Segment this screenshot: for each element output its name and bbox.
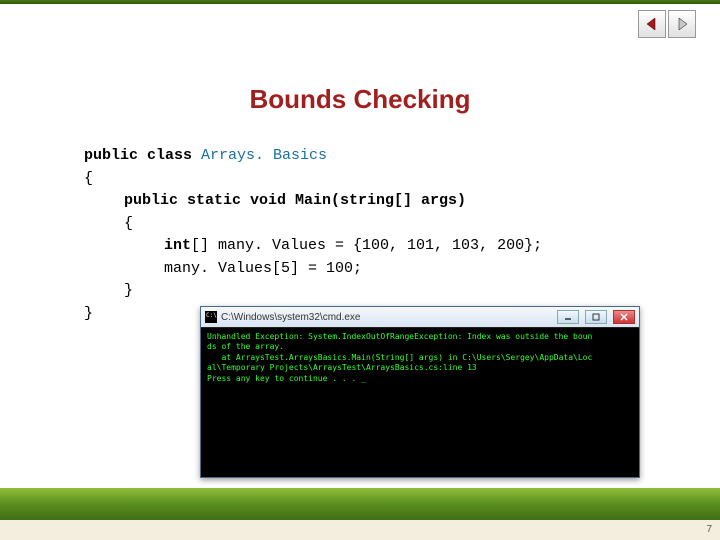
slide-title: Bounds Checking <box>0 84 720 115</box>
close-button[interactable] <box>613 310 635 324</box>
code-line: { <box>84 213 542 236</box>
nav-controls <box>638 10 696 38</box>
code-block: public class Arrays. Basics { public sta… <box>84 145 542 325</box>
slide: Bounds Checking public class Arrays. Bas… <box>0 0 720 540</box>
maximize-icon <box>592 313 600 321</box>
code-text: int <box>164 237 191 254</box>
code-line: public static void Main(string[] args) <box>84 190 542 213</box>
code-text: [] many. Values = {100, 101, 103, 200}; <box>191 237 542 254</box>
console-titlebar: C:\Windows\system32\cmd.exe <box>201 307 639 327</box>
code-line: { <box>84 168 542 191</box>
triangle-right-icon <box>674 16 690 32</box>
console-title-text: C:\Windows\system32\cmd.exe <box>221 312 361 323</box>
top-stripe-decor <box>0 0 720 4</box>
minimize-button[interactable] <box>557 310 579 324</box>
code-line: } <box>84 280 542 303</box>
page-number: 7 <box>706 524 712 535</box>
console-line: ds of the array. <box>207 342 284 351</box>
console-line: Unhandled Exception: System.IndexOutOfRa… <box>207 332 592 341</box>
maximize-button[interactable] <box>585 310 607 324</box>
close-icon <box>620 313 628 321</box>
code-line: public class Arrays. Basics <box>84 145 542 168</box>
console-window: C:\Windows\system32\cmd.exe Unhandled Ex… <box>200 306 640 478</box>
next-button[interactable] <box>668 10 696 38</box>
console-line: at ArraysTest.ArraysBasics.Main(String[]… <box>207 353 592 362</box>
minimize-icon <box>564 313 572 321</box>
cmd-icon <box>205 311 217 323</box>
console-line: al\Temporary Projects\ArraysTest\ArraysB… <box>207 363 477 372</box>
console-body: Unhandled Exception: System.IndexOutOfRa… <box>201 327 639 477</box>
triangle-left-icon <box>644 16 660 32</box>
code-line: many. Values[5] = 100; <box>84 258 542 281</box>
console-line: Press any key to continue . . . _ <box>207 374 366 383</box>
code-class: Arrays. Basics <box>201 147 327 164</box>
footer: 7 <box>0 520 720 540</box>
code-line: int[] many. Values = {100, 101, 103, 200… <box>84 235 542 258</box>
prev-button[interactable] <box>638 10 666 38</box>
code-text: public class <box>84 147 201 164</box>
